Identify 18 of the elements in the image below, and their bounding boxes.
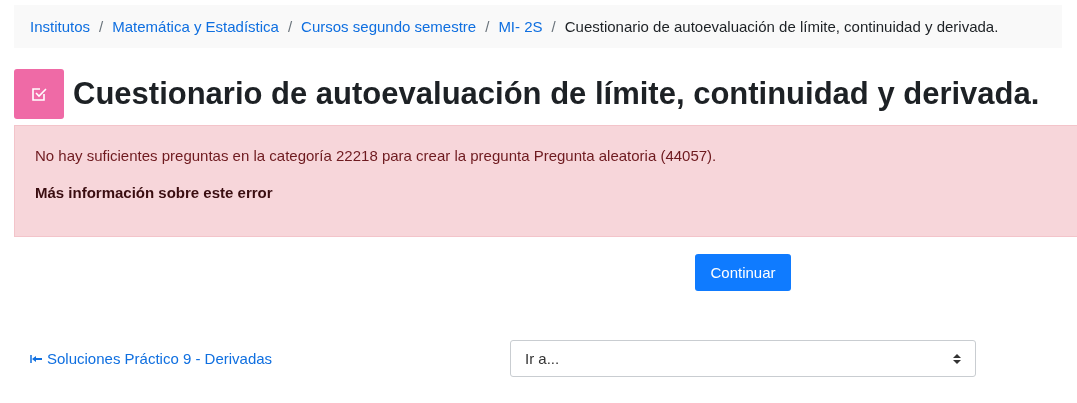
breadcrumb-separator: /	[485, 18, 490, 35]
error-more-info: Más información sobre este error	[35, 184, 274, 201]
breadcrumb-link[interactable]: Matemática y Estadística	[112, 18, 279, 35]
breadcrumb-link[interactable]: Cursos segundo semestre	[301, 18, 477, 35]
page-title: Cuestionario de autoevaluación de límite, continuidad y derivada.	[73, 76, 1040, 112]
breadcrumb-link[interactable]: Institutos	[30, 18, 91, 35]
jump-to-select[interactable]: Ir a...	[510, 340, 976, 377]
breadcrumb-separator: /	[551, 18, 556, 35]
error-message: No hay suficientes preguntas en la categoría 22218 para crear la pregunta Pregunta aleatoria (44057).	[35, 147, 718, 164]
continue-button[interactable]: Continuar	[695, 254, 791, 291]
previous-activity-link[interactable]: Soluciones Práctico 9 - Derivadas	[30, 350, 510, 367]
back-arrow-icon	[30, 354, 42, 363]
breadcrumb-separator: /	[99, 18, 104, 35]
breadcrumb-current: Cuestionario de autoevaluación de límite, continuidad y derivada.	[564, 18, 999, 35]
breadcrumb-link[interactable]: MI- 2S	[498, 18, 543, 35]
quiz-icon	[14, 69, 64, 119]
sort-caret-icon	[953, 352, 961, 365]
breadcrumb-separator: /	[287, 18, 293, 35]
